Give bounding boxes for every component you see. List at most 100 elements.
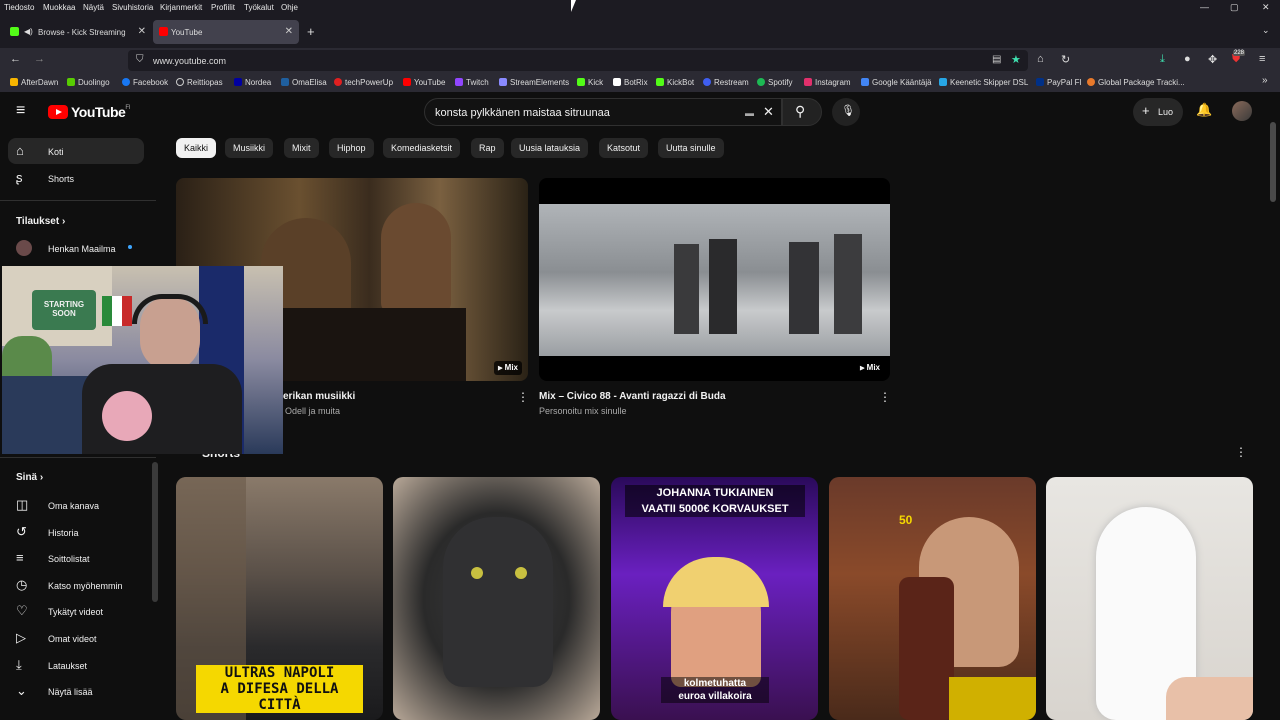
- search-input[interactable]: konsta pylkkänen maistaa sitruunaa ▬ ✕: [424, 98, 782, 126]
- short-card[interactable]: ULTRAS NAPOLI A DIFESA DELLA CITTÀ: [176, 477, 383, 720]
- bookmark-streamelements[interactable]: StreamElements: [499, 78, 569, 87]
- tab-kick[interactable]: ◀) Browse - Kick Streaming ✕: [2, 20, 152, 44]
- notifications-bell-icon[interactable]: 🔔: [1196, 102, 1212, 118]
- bookmark-youtube[interactable]: YouTube: [403, 78, 445, 87]
- bookmark-spotify[interactable]: Spotify: [757, 78, 792, 87]
- bookmark-nordea[interactable]: Nordea: [234, 78, 271, 87]
- bookmark-paypal[interactable]: PayPal FI: [1036, 78, 1082, 87]
- video-subtitle[interactable]: Personoitu mix sinulle: [539, 406, 627, 416]
- chip-new-uploads[interactable]: Uusia latauksia: [511, 138, 589, 158]
- subscriptions-heading[interactable]: Tilaukset ›: [16, 216, 65, 227]
- menu-tools[interactable]: Työkalut: [244, 3, 274, 12]
- bookmark-twitch[interactable]: Twitch: [455, 78, 489, 87]
- account-icon[interactable]: ●: [1184, 53, 1191, 65]
- downloads-icon[interactable]: ⤓: [1160, 53, 1165, 66]
- sidebar-item-home[interactable]: ⌂ Koti: [8, 138, 144, 164]
- short-card[interactable]: [393, 477, 600, 720]
- sidebar-item-your-videos[interactable]: ▷ Omat videot: [8, 625, 144, 651]
- bookmark-botrix[interactable]: BotRix: [613, 78, 648, 87]
- chip-music[interactable]: Musiikki: [225, 138, 274, 158]
- you-heading[interactable]: Sinä ›: [16, 472, 43, 483]
- menu-edit[interactable]: Muokkaa: [43, 3, 75, 12]
- back-icon[interactable]: ←: [10, 53, 21, 65]
- sidebar-item-liked-videos[interactable]: ♡ Tykätyt videot: [8, 598, 144, 624]
- more-bookmarks-icon[interactable]: »: [1262, 75, 1268, 86]
- menu-bookmarks[interactable]: Kirjanmerkit: [160, 3, 202, 12]
- site-info-icon[interactable]: ⛉: [136, 54, 144, 65]
- app-menu-icon[interactable]: ≡: [1259, 53, 1265, 65]
- chip-all[interactable]: Kaikki: [176, 138, 217, 158]
- create-button[interactable]: + Luo: [1133, 98, 1183, 126]
- clear-search-icon[interactable]: ✕: [763, 104, 774, 120]
- video-options-icon[interactable]: ⋮: [879, 390, 891, 404]
- short-card[interactable]: 50: [829, 477, 1036, 720]
- bookmark-google-translate[interactable]: Google Kääntäjä: [861, 78, 932, 87]
- ublock-badge: 228: [1233, 50, 1246, 56]
- keyboard-icon[interactable]: ▬: [745, 108, 754, 118]
- list-tabs-icon[interactable]: ⌄: [1262, 25, 1270, 36]
- home-icon[interactable]: ⌂: [1037, 53, 1044, 65]
- sidebar-item-shorts[interactable]: ʂ Shorts: [8, 165, 144, 191]
- menu-file[interactable]: Tiedosto: [4, 3, 34, 12]
- chip-new-to-you[interactable]: Uutta sinulle: [658, 138, 724, 158]
- video-options-icon[interactable]: ⋮: [517, 390, 529, 404]
- sidebar-item-your-channel[interactable]: ◫ Oma kanava: [8, 492, 144, 518]
- bookmark-reittiopas[interactable]: Reittiopas: [176, 78, 223, 87]
- hamburger-menu-icon[interactable]: ≡: [16, 102, 25, 120]
- sidebar-item-history[interactable]: ↺ Historia: [8, 519, 144, 545]
- video-thumbnail[interactable]: ⫸ Mix: [539, 178, 890, 381]
- video-title[interactable]: Mix – Civico 88 - Avanti ragazzi di Buda: [539, 391, 726, 402]
- sidebar-scrollbar[interactable]: [152, 462, 158, 602]
- bookmark-instagram[interactable]: Instagram: [804, 78, 851, 87]
- bookmark-duolingo[interactable]: Duolingo: [67, 78, 110, 87]
- chip-hiphop[interactable]: Hiphop: [329, 138, 374, 158]
- search-button[interactable]: ⚲: [782, 98, 822, 126]
- bookmark-afterdawn[interactable]: AfterDawn: [10, 78, 58, 87]
- restore-button[interactable]: ▢: [1230, 2, 1239, 13]
- video-title[interactable]: erikan musiikki: [283, 391, 355, 402]
- thumbnail-figure: [381, 203, 451, 313]
- chip-watched[interactable]: Katsotut: [599, 138, 649, 158]
- menu-view[interactable]: Näytä: [83, 3, 104, 12]
- short-card[interactable]: JOHANNA TUKIAINEN VAATII 5000€ KORVAUKSE…: [611, 477, 818, 720]
- youtube-logo[interactable]: YouTubeFI: [48, 104, 130, 120]
- reload-icon[interactable]: ↻: [1061, 53, 1070, 66]
- close-tab-icon[interactable]: ✕: [285, 26, 293, 37]
- chip-comedy[interactable]: Komediasketsit: [383, 138, 461, 158]
- menu-history[interactable]: Sivuhistoria: [112, 3, 153, 12]
- address-bar[interactable]: ⛉ www.youtube.com ▤ ★: [128, 50, 1028, 71]
- menu-profiles[interactable]: Profiilit: [211, 3, 235, 12]
- bookmark-kick[interactable]: Kick: [577, 78, 603, 87]
- new-tab-button[interactable]: +: [307, 24, 315, 39]
- forward-icon[interactable]: →: [34, 53, 45, 65]
- close-window-button[interactable]: ✕: [1262, 2, 1270, 13]
- sidebar-item-playlists[interactable]: ≡ Soittolistat: [8, 545, 144, 571]
- close-tab-icon[interactable]: ✕: [138, 26, 146, 37]
- avatar[interactable]: [1232, 101, 1252, 121]
- extensions-icon[interactable]: ✥: [1208, 53, 1217, 66]
- menu-help[interactable]: Ohje: [281, 3, 298, 12]
- kick-icon: [10, 27, 19, 36]
- bookmark-techpowerup[interactable]: techPowerUp: [334, 78, 393, 87]
- sidebar-item-show-more[interactable]: ⌄ Näytä lisää: [8, 678, 144, 704]
- bookmark-star-icon[interactable]: ★: [1011, 53, 1021, 66]
- tab-youtube[interactable]: YouTube ✕: [153, 20, 299, 44]
- voice-search-button[interactable]: 🎙: [832, 98, 860, 126]
- page-scrollbar[interactable]: [1270, 122, 1276, 202]
- bookmark-restream[interactable]: Restream: [703, 78, 749, 87]
- thumbnail-figure: [834, 234, 862, 334]
- minimize-button[interactable]: —: [1200, 2, 1209, 12]
- bookmark-omaelisa[interactable]: OmaElisa: [281, 78, 327, 87]
- shorts-options-icon[interactable]: ⋮: [1235, 445, 1247, 459]
- sidebar-item-henkan-maailma[interactable]: Henkan Maailma: [8, 235, 144, 261]
- sidebar-item-downloads[interactable]: ⤓ Lataukset: [8, 652, 144, 678]
- short-card[interactable]: [1046, 477, 1253, 720]
- bookmark-keenetic[interactable]: Keenetic Skipper DSL: [939, 78, 1028, 87]
- bookmark-kickbot[interactable]: KickBot: [656, 78, 694, 87]
- bookmark-facebook[interactable]: Facebook: [122, 78, 168, 87]
- reader-view-icon[interactable]: ▤: [992, 54, 1001, 65]
- chip-rap[interactable]: Rap: [471, 138, 504, 158]
- chip-mixes[interactable]: Mixit: [284, 138, 319, 158]
- bookmark-global-package[interactable]: Global Package Tracki...: [1087, 78, 1185, 87]
- sidebar-item-watch-later[interactable]: ◷ Katso myöhemmin: [8, 572, 144, 598]
